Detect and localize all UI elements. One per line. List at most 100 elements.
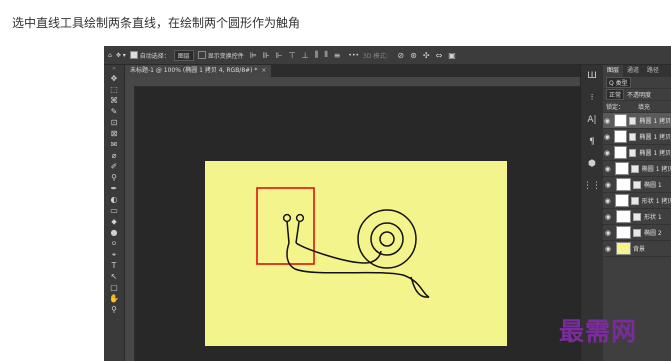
tab-channels[interactable]: 通道: [623, 65, 643, 77]
eye-icon[interactable]: ◉: [603, 245, 613, 253]
layer-row[interactable]: ◉ 椭圆 1: [603, 177, 671, 193]
paragraph-icon[interactable]: ¶: [581, 131, 603, 153]
layer-row[interactable]: ◉ 椭圆 2: [603, 225, 671, 241]
align-top-icon[interactable]: ⊤: [289, 51, 296, 60]
history-icon[interactable]: Ш: [581, 65, 603, 87]
layer-thumbnail: [615, 162, 630, 175]
blur-tool[interactable]: ⬥: [104, 216, 124, 227]
blend-mode-dropdown[interactable]: 正常: [606, 89, 625, 100]
orbit-3d-icon[interactable]: ⊘: [397, 51, 404, 60]
eye-icon[interactable]: ◉: [603, 149, 611, 157]
layer-row[interactable]: ◉ 形状 1: [603, 209, 671, 225]
show-transform-checkbox[interactable]: [197, 51, 206, 59]
align-right-icon[interactable]: ⊩: [276, 51, 283, 60]
layer-row[interactable]: ◉ 形状 1 拷贝: [603, 193, 671, 209]
move-tool[interactable]: ✥: [104, 73, 124, 84]
artboard[interactable]: [205, 161, 507, 346]
eye-icon[interactable]: ◉: [603, 133, 611, 141]
distribute-v-icon[interactable]: ≡: [334, 51, 341, 60]
properties-icon[interactable]: ⁝: [581, 87, 603, 109]
crop-tool[interactable]: ⊡: [104, 117, 124, 128]
gradient-tool[interactable]: ▭: [104, 205, 124, 216]
align-center-icon[interactable]: ⊪: [263, 51, 270, 60]
fill-label: 填充: [638, 104, 651, 111]
distribute-h-icon[interactable]: ⫴: [324, 50, 327, 60]
snail-drawing: [256, 187, 430, 298]
marquee-tool[interactable]: ⬚: [104, 84, 124, 95]
smart-object-icon: [633, 212, 641, 221]
stamp-tool[interactable]: ⚲: [104, 172, 124, 183]
snail-neck: [295, 242, 382, 264]
lasso-tool[interactable]: ⌘: [104, 95, 124, 106]
eraser-tool[interactable]: ◐: [104, 194, 124, 205]
path-select-tool[interactable]: ⌖: [104, 249, 124, 260]
auto-select-dropdown[interactable]: 图层: [173, 49, 194, 61]
pan-3d-icon[interactable]: ✣: [423, 51, 430, 60]
eye-icon[interactable]: ◉: [603, 213, 613, 221]
align-left-icon[interactable]: ⊫: [250, 51, 257, 60]
frame-tool[interactable]: ⊠: [104, 128, 124, 139]
home-icon[interactable]: ⌂: [108, 52, 112, 59]
layer-row[interactable]: ◉ 背景: [603, 241, 671, 257]
layer-row[interactable]: ◉ 椭圆 1 拷贝 3: [603, 129, 671, 145]
layer-thumbnail: [614, 114, 628, 127]
antenna-line-left: [286, 220, 290, 244]
layer-row[interactable]: ◉ 椭圆 1 拷贝 2: [603, 145, 671, 161]
direct-select-tool[interactable]: ↖: [104, 271, 124, 282]
shell-middle-circle: [370, 222, 404, 256]
layer-name: 形状 1 拷贝: [641, 198, 671, 205]
threed-mode-label: 3D 模式：: [363, 52, 392, 60]
camera-3d-icon[interactable]: ▣: [448, 51, 456, 60]
toolbar: » ✥ ⬚ ⌘ ✎ ⊡ ⊠ ✉ ⌀ ✐ ⚲ ✒ ◐ ▭ ⬥ ● ⚪ ⌖ T ↖ …: [104, 65, 125, 361]
tab-paths[interactable]: 路径: [643, 65, 663, 77]
layer-row[interactable]: ◉ 椭圆 1 拷贝 4: [603, 113, 671, 129]
brush-tool[interactable]: ✐: [104, 161, 124, 172]
roll-3d-icon[interactable]: ⊛: [410, 51, 417, 60]
document-tab[interactable]: 未标题-1 @ 100% (椭圆 1 拷贝 4, RGB/8#) * ×: [125, 65, 272, 77]
eye-icon[interactable]: ◉: [603, 181, 613, 189]
type-tool[interactable]: T: [104, 260, 124, 271]
tab-layers[interactable]: 图层: [603, 65, 624, 77]
eye-icon[interactable]: ◉: [603, 197, 612, 205]
smart-object-icon: [629, 132, 637, 141]
hand-tool[interactable]: ✋: [104, 293, 124, 304]
layer-thumbnail: [616, 178, 631, 191]
zoom-tool[interactable]: ⚲: [104, 304, 124, 315]
auto-select-checkbox[interactable]: [129, 51, 138, 59]
history-brush-tool[interactable]: ✒: [104, 183, 124, 194]
layer-row[interactable]: ◉ 椭圆 1 拷贝: [603, 161, 671, 177]
move-tool-icon[interactable]: ✥ ▾: [116, 52, 126, 59]
pen-tool[interactable]: ⚪: [104, 238, 124, 249]
show-transform-toggle[interactable]: 显示变换控件: [197, 51, 244, 60]
magic-wand-tool[interactable]: ✎: [104, 106, 124, 117]
layer-thumbnail: [616, 210, 631, 223]
eye-icon[interactable]: ◉: [603, 229, 613, 237]
shell-inner-circle: [379, 231, 395, 247]
eyedropper-tool[interactable]: ✉: [104, 139, 124, 150]
healing-tool[interactable]: ⌀: [104, 150, 124, 161]
layer-thumbnail: [616, 242, 631, 255]
layer-name: 椭圆 1 拷贝 2: [639, 150, 671, 157]
distribute-icon[interactable]: ⫼: [315, 50, 319, 60]
smart-object-icon: [633, 228, 641, 237]
eye-icon[interactable]: ◉: [603, 165, 612, 173]
layer-filter-dropdown[interactable]: Q 类型: [606, 77, 631, 88]
lock-row: 锁定： 填充: [603, 101, 671, 113]
shape-tool[interactable]: ▢: [104, 282, 124, 293]
smart-object-icon: [629, 116, 637, 125]
3d-icon[interactable]: ⬢: [581, 153, 603, 175]
shell-outer-circle: [357, 209, 417, 269]
slide-3d-icon[interactable]: ⇔: [436, 51, 443, 60]
more-options-button[interactable]: •••: [348, 52, 359, 59]
close-tab-icon[interactable]: ×: [261, 67, 266, 74]
character-icon[interactable]: A|: [581, 109, 603, 131]
dodge-tool[interactable]: ●: [104, 227, 124, 238]
layer-thumbnail: [616, 226, 631, 239]
collapse-toolbar-icon[interactable]: »: [104, 65, 124, 73]
libraries-icon[interactable]: ⋮⋮: [581, 175, 603, 197]
canvas-workspace[interactable]: [135, 87, 580, 361]
auto-select-toggle[interactable]: 自动选择：: [129, 51, 170, 60]
highlight-box: [256, 187, 315, 265]
align-middle-icon[interactable]: ⊥: [302, 51, 309, 60]
eye-icon[interactable]: ◉: [603, 117, 611, 125]
